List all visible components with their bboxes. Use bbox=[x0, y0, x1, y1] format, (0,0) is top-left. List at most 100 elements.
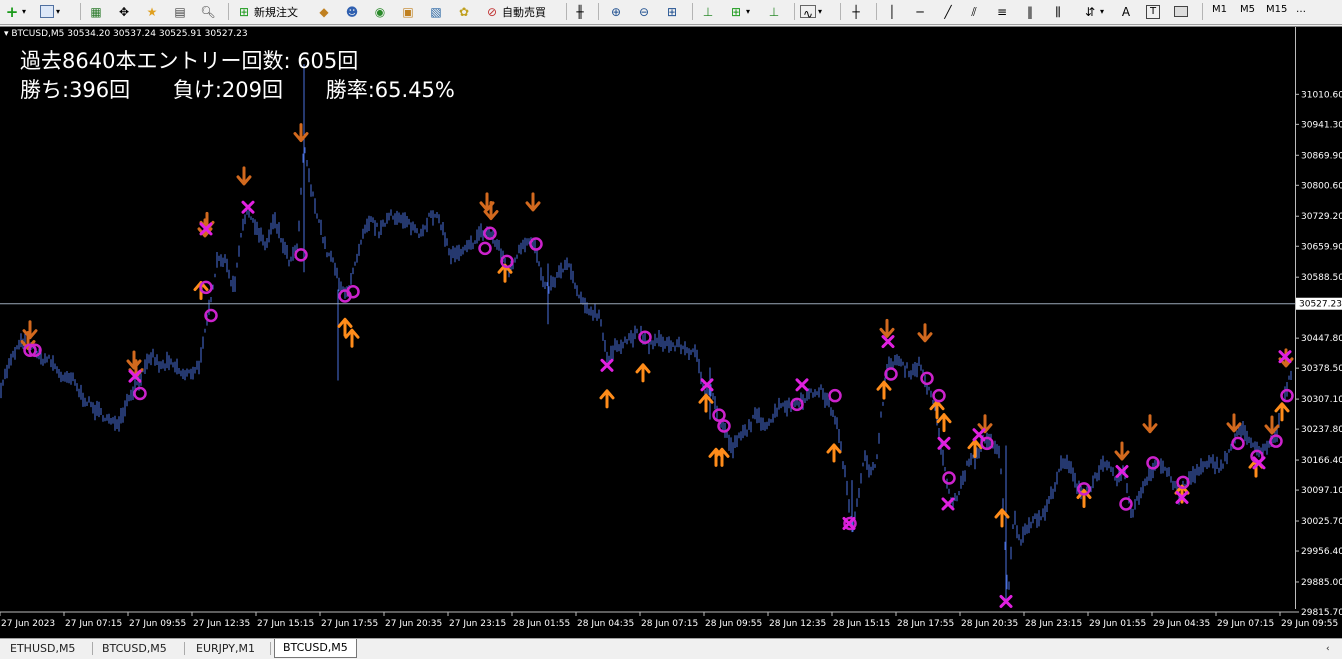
text-button[interactable]: A bbox=[1118, 3, 1134, 20]
time-tick-label: 28 Jun 01:55 bbox=[513, 619, 570, 629]
loss-cross-marker bbox=[972, 428, 986, 442]
price-chart[interactable]: 31010.60 30941.30 30869.90 30800.60 30729.20… bbox=[0, 27, 1342, 639]
fibo-arc-button[interactable]: ⫼ bbox=[1050, 3, 1066, 20]
bar-chart-button[interactable]: ╫ bbox=[572, 3, 588, 20]
down-arrow-shape bbox=[1226, 413, 1242, 433]
new-order-button[interactable]: ⊞ 新規注文 bbox=[236, 3, 298, 20]
vertical-line-button[interactable]: │ bbox=[884, 3, 900, 20]
toolbar: + ▾ ▾ ▦ ✥ ★ ▤ 🔍︎ ⊞ 新規注文 ◆ ☻ ◉ ▣ ▧ ✿ ⊘ 自動売… bbox=[0, 0, 1342, 25]
up-arrow-marker bbox=[599, 389, 615, 409]
down-arrow-marker bbox=[917, 323, 933, 343]
win-rate: 勝率:65.45% bbox=[325, 78, 455, 102]
tab-btcusd-m5[interactable]: BTCUSD,M5 bbox=[102, 641, 167, 657]
up-arrow-shape bbox=[876, 380, 892, 400]
market-watch-button[interactable]: ▦ bbox=[88, 3, 104, 20]
fibo-fan-button[interactable]: ‖ bbox=[1022, 3, 1038, 20]
down-arrow-marker bbox=[236, 166, 252, 186]
loss-cross-marker bbox=[881, 335, 895, 349]
fibo-fan-icon: ‖ bbox=[1027, 4, 1033, 19]
timeframe-m1[interactable]: M1 bbox=[1212, 4, 1227, 15]
time-tick-label: 29 Jun 04:35 bbox=[1153, 619, 1210, 629]
arrows-icon: ⇵ bbox=[1084, 4, 1096, 19]
terminal-button[interactable]: ▤ bbox=[172, 3, 188, 20]
up-arrow-marker bbox=[826, 443, 842, 463]
chart-shift-button[interactable]: ⊥ bbox=[700, 3, 716, 20]
exit-circle-marker bbox=[932, 388, 946, 403]
auto-trade-button[interactable]: ⊘ 自動売買 bbox=[484, 3, 546, 20]
arrows-button[interactable]: ⇵ ▾ bbox=[1082, 3, 1104, 20]
price-tick-label: 30097.10 bbox=[1301, 486, 1342, 496]
profiles-button[interactable]: ▾ bbox=[40, 3, 60, 20]
more-timeframes-icon[interactable]: … bbox=[1296, 4, 1306, 15]
templates-button[interactable]: ∿ ▾ bbox=[800, 3, 822, 21]
horizontal-line-icon: ─ bbox=[916, 4, 924, 19]
template-icon: ∿ bbox=[800, 5, 816, 21]
market-button[interactable]: ▣ bbox=[400, 3, 416, 20]
exit-circle-marker bbox=[717, 419, 731, 433]
backtest-stats: 過去8640本エントリー回数: 605回 勝ち:396回 負け:209回 勝率:… bbox=[20, 47, 491, 105]
strategy-tester-button[interactable]: 🔍︎ bbox=[200, 3, 216, 20]
rectangle-button[interactable] bbox=[1174, 3, 1188, 20]
down-arrow-shape bbox=[293, 123, 309, 143]
time-tick-label: 28 Jun 23:15 bbox=[1025, 619, 1082, 629]
up-arrow-shape bbox=[1274, 402, 1290, 422]
tab-eurjpy-m1[interactable]: EURJPY,M1 bbox=[196, 641, 255, 657]
data-window-button[interactable]: ✥ bbox=[116, 3, 132, 20]
chart-window[interactable]: 31010.60 30941.30 30869.90 30800.60 30729.20… bbox=[0, 26, 1342, 639]
vps-button[interactable]: ▧ bbox=[428, 3, 444, 20]
tab-btcusd-m5-active[interactable]: BTCUSD,M5 bbox=[274, 639, 357, 658]
signals-button[interactable]: ◉ bbox=[372, 3, 388, 20]
exit-circle-marker bbox=[920, 371, 934, 386]
time-tick-label: 27 Jun 23:15 bbox=[449, 619, 506, 629]
vertical-line-icon: │ bbox=[888, 4, 896, 19]
price-tick-label: 30025.70 bbox=[1301, 517, 1342, 527]
auto-trade-label: 自動売買 bbox=[502, 5, 546, 19]
users-button[interactable]: ✿ bbox=[456, 3, 472, 20]
periods-button[interactable]: ⊥ bbox=[766, 3, 782, 20]
up-arrow-marker bbox=[929, 400, 945, 420]
loss-cross-marker bbox=[241, 200, 255, 214]
price-tick-label: 29815.70 bbox=[1301, 608, 1342, 618]
zoom-out-button[interactable]: ⊖ bbox=[636, 3, 652, 20]
text-label-button[interactable]: T bbox=[1146, 3, 1160, 20]
indicators-button[interactable]: ⊞ ▾ bbox=[728, 3, 750, 20]
current-price-label: 30527.23 bbox=[1299, 300, 1342, 310]
exit-circle-marker bbox=[1119, 497, 1133, 511]
periods-icon: ⊥ bbox=[768, 4, 780, 19]
time-tick-label: 27 Jun 17:55 bbox=[321, 619, 378, 629]
time-tick-label: 28 Jun 15:15 bbox=[833, 619, 890, 629]
time-axis: 27 Jun 2023 27 Jun 07:15 27 Jun 09:55 27 Ju… bbox=[0, 611, 1338, 629]
price-axis-border bbox=[1295, 27, 1296, 609]
new-chart-button[interactable]: + ▾ bbox=[4, 3, 26, 20]
crosshair-icon: ┼ bbox=[852, 4, 860, 19]
metaeditor-button[interactable]: ◆ bbox=[316, 3, 332, 20]
exit-circle-marker bbox=[133, 386, 147, 401]
up-arrow-shape bbox=[936, 413, 952, 433]
price-tick-label: 30447.80 bbox=[1301, 334, 1342, 344]
time-tick-label: 28 Jun 04:35 bbox=[577, 619, 634, 629]
tile-windows-button[interactable]: ⊞ bbox=[664, 3, 680, 20]
exit-circle-marker bbox=[1231, 436, 1245, 451]
trendline-button[interactable]: ╱ bbox=[940, 3, 956, 20]
price-tick-label: 29885.00 bbox=[1301, 578, 1342, 588]
time-tick-label: 27 Jun 15:15 bbox=[257, 619, 314, 629]
equidistant-channel-button[interactable]: ⫽ bbox=[966, 3, 982, 20]
channel-icon: ⫽ bbox=[971, 4, 977, 19]
price-tick-label: 30378.50 bbox=[1301, 364, 1342, 374]
navigator-button[interactable]: ★ bbox=[144, 3, 160, 20]
down-arrow-marker bbox=[293, 123, 309, 143]
horizontal-line-button[interactable]: ─ bbox=[912, 3, 928, 20]
fibo-button[interactable]: ≡ bbox=[994, 3, 1010, 20]
tab-scroll-left-icon[interactable]: ‹ bbox=[1326, 641, 1330, 657]
time-tick-label: 28 Jun 20:35 bbox=[961, 619, 1018, 629]
crosshair-button[interactable]: ┼ bbox=[848, 3, 864, 20]
tab-ethusd-m5[interactable]: ETHUSD,M5 bbox=[10, 641, 75, 657]
timeframe-m5[interactable]: M5 bbox=[1240, 4, 1255, 15]
up-arrow-shape bbox=[929, 400, 945, 420]
zoom-in-button[interactable]: ⊕ bbox=[608, 3, 624, 20]
down-arrow-shape bbox=[917, 323, 933, 343]
down-arrow-shape bbox=[1264, 415, 1280, 435]
timeframe-m15[interactable]: M15 bbox=[1266, 4, 1287, 15]
text-label-icon: T bbox=[1146, 4, 1160, 19]
community-button[interactable]: ☻ bbox=[344, 3, 360, 20]
